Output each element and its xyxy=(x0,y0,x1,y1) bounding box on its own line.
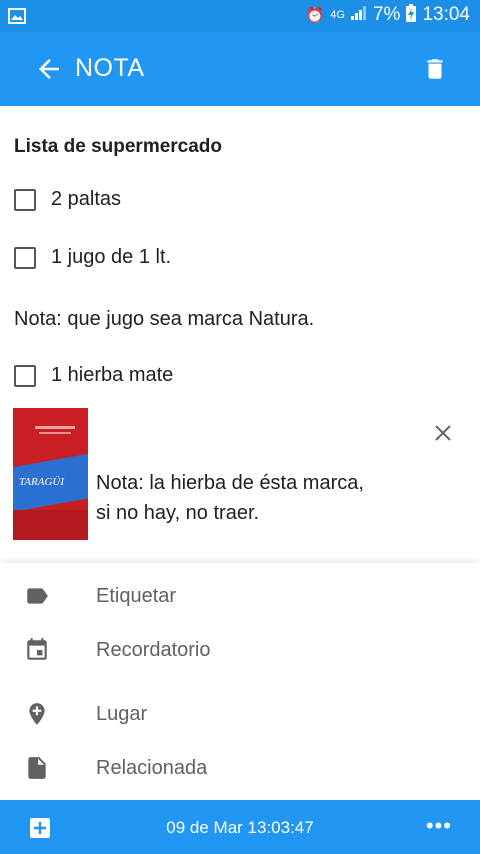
checklist-item-label: 1 hierba mate xyxy=(51,364,174,386)
close-icon[interactable] xyxy=(432,422,454,444)
checklist-item-label: 1 jugo de 1 lt. xyxy=(51,246,172,268)
add-location-icon xyxy=(24,701,50,727)
menu-item-recordatorio[interactable]: Recordatorio xyxy=(0,625,480,675)
attachment-brand: TARAGÜI xyxy=(19,476,65,488)
network-type-icon: 4G xyxy=(330,9,345,21)
status-bar: ⏰ 4G 7% 13:04 xyxy=(0,0,480,32)
calendar-icon xyxy=(24,637,50,663)
bottom-bar: 09 de Mar 13:03:47 ••• xyxy=(0,800,480,854)
note-text-line[interactable]: Nota: que jugo sea marca Natura. xyxy=(14,308,314,331)
attachment-thumbnail[interactable]: TARAGÜI xyxy=(13,408,88,540)
checkbox[interactable] xyxy=(14,246,36,269)
menu-item-label: Recordatorio xyxy=(96,639,211,661)
note-title[interactable]: Lista de supermercado xyxy=(14,136,222,158)
menu-item-relacionada[interactable]: Relacionada xyxy=(0,743,480,793)
file-icon xyxy=(24,755,50,781)
checkbox[interactable] xyxy=(14,188,36,211)
checklist-item-label: 2 paltas xyxy=(51,188,122,210)
app-bar: NOTA xyxy=(0,32,480,106)
status-time: 13:04 xyxy=(422,4,470,25)
battery-percent: 7% xyxy=(372,4,401,25)
delete-icon[interactable] xyxy=(422,56,448,82)
checkbox[interactable] xyxy=(14,364,36,387)
attachment-caption-line: Nota: la hierba de ésta marca, xyxy=(96,472,364,494)
label-icon xyxy=(24,583,50,609)
note-timestamp: 09 de Mar 13:03:47 xyxy=(166,818,314,837)
alarm-icon: ⏰ xyxy=(305,7,325,24)
options-menu: Etiquetar Recordatorio Lugar Relacionada xyxy=(0,563,480,800)
page-title: NOTA xyxy=(75,54,145,82)
attachment-caption-line: si no hay, no traer. xyxy=(96,502,260,524)
image-notification-icon xyxy=(8,8,26,29)
checklist-item[interactable]: 2 paltas xyxy=(14,188,121,211)
attachment-caption[interactable]: Nota: la hierba de ésta marca, si no hay… xyxy=(96,468,364,528)
signal-icon xyxy=(350,6,367,24)
more-horiz-icon[interactable]: ••• xyxy=(426,815,452,837)
menu-item-label: Etiquetar xyxy=(96,585,177,607)
battery-charging-icon xyxy=(406,4,417,26)
checklist-item[interactable]: 1 jugo de 1 lt. xyxy=(14,246,171,269)
checklist-item[interactable]: 1 hierba mate xyxy=(14,364,173,387)
menu-item-label: Lugar xyxy=(96,703,148,725)
menu-item-label: Relacionada xyxy=(96,757,208,779)
back-arrow-icon[interactable] xyxy=(34,54,64,84)
menu-item-etiquetar[interactable]: Etiquetar xyxy=(0,571,480,621)
menu-item-lugar[interactable]: Lugar xyxy=(0,689,480,739)
